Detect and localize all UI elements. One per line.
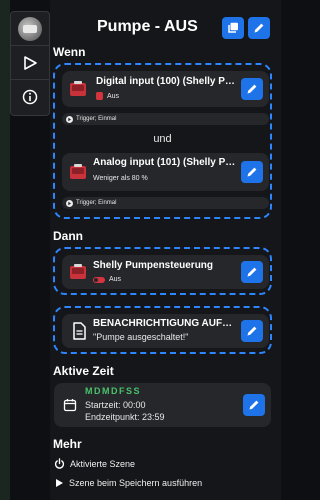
edit-condition-button[interactable] (241, 78, 263, 100)
active-time-card[interactable]: MDMDFSS Startzeit: 00:00 Endzeitpunkt: 2… (54, 383, 271, 427)
condition-joiner: und (153, 133, 172, 145)
trigger-badge[interactable]: Trigger; Einmal (62, 113, 269, 125)
trigger-label: Trigger; Einmal (76, 200, 117, 206)
avatar (18, 16, 42, 41)
condition-card-analog[interactable]: Analog input (101) (Shelly Pum... Wenige… (62, 153, 269, 191)
condition-status: Weniger als 80 % (93, 175, 148, 182)
page-title: Pumpe - AUS (97, 18, 198, 35)
status-label: Weniger als 80 % (93, 175, 148, 182)
copy-icon (228, 22, 238, 33)
sidebar-item-run[interactable] (11, 46, 49, 80)
action-title: Shelly Pumpensteuerung (93, 260, 214, 271)
weekday-selector: MDMDFSS (85, 386, 141, 396)
run-on-save-toggle[interactable]: Szene beim Speichern ausführen (54, 478, 202, 488)
main-panel: Pumpe - AUS Wenn Digital input (100) (Sh… (50, 0, 281, 500)
condition-card-digital[interactable]: Digital input (100) (Shelly Pu... Aus (62, 71, 269, 107)
toggle-off-icon (93, 276, 105, 283)
section-wenn-title: Wenn (53, 45, 86, 59)
play-circle-icon (66, 115, 73, 123)
status-label: Aus (109, 276, 122, 283)
sidebar-item-avatar[interactable] (11, 12, 49, 46)
pencil-icon (249, 400, 259, 410)
calendar-icon (63, 399, 77, 412)
edit-action-button[interactable] (241, 320, 263, 342)
end-time: Endzeitpunkt: 23:59 (85, 412, 165, 422)
conditions-group: Digital input (100) (Shelly Pu... Aus Tr… (53, 63, 272, 219)
pencil-icon (247, 267, 257, 277)
action-group-notification: BENACHRICHTIGUNG AUFS ... "Pumpe ausgesc… (53, 306, 272, 354)
edit-condition-button[interactable] (241, 161, 263, 183)
shelly-device-icon (70, 164, 86, 179)
action-card-device[interactable]: Shelly Pumpensteuerung Aus (62, 255, 269, 289)
action-group-device: Shelly Pumpensteuerung Aus (53, 247, 272, 295)
copy-button[interactable] (222, 17, 244, 39)
edit-active-time-button[interactable] (243, 394, 265, 416)
condition-title: Analog input (101) (Shelly Pum... (93, 157, 236, 168)
action-status: Aus (93, 276, 121, 283)
pencil-icon (247, 326, 257, 336)
pencil-icon (254, 23, 264, 33)
power-icon (54, 458, 65, 469)
start-time: Startzeit: 00:00 (85, 400, 146, 410)
pencil-icon (247, 84, 257, 94)
action-title: BENACHRICHTIGUNG AUFS ... (93, 318, 235, 329)
shelly-device-icon (70, 81, 86, 96)
trigger-label: Trigger; Einmal (76, 116, 117, 122)
background-strip (0, 0, 10, 500)
pencil-icon (247, 167, 257, 177)
info-icon (22, 89, 38, 105)
header: Pumpe - AUS (50, 15, 281, 45)
run-on-save-label: Szene beim Speichern ausführen (69, 478, 203, 488)
play-triangle-icon (24, 55, 37, 70)
play-circle-icon (66, 199, 73, 207)
trigger-badge[interactable]: Trigger; Einmal (62, 197, 269, 209)
edit-title-button[interactable] (248, 17, 270, 39)
status-off-icon (96, 92, 103, 100)
action-card-notification[interactable]: BENACHRICHTIGUNG AUFS ... "Pumpe ausgesc… (62, 314, 269, 348)
section-mehr-title: Mehr (53, 437, 82, 451)
edit-action-button[interactable] (241, 261, 263, 283)
shelly-device-icon (70, 264, 86, 279)
notification-document-icon (73, 322, 86, 340)
notification-message: "Pumpe ausgeschaltet!" (93, 332, 189, 342)
section-aktive-zeit-title: Aktive Zeit (53, 364, 114, 378)
activated-scene-label: Aktivierte Szene (70, 458, 136, 469)
activated-scene-toggle[interactable]: Aktivierte Szene (54, 458, 135, 469)
condition-title: Digital input (100) (Shelly Pu... (96, 76, 236, 87)
status-label: Aus (107, 92, 120, 100)
sidebar-item-info[interactable] (11, 80, 49, 114)
section-dann-title: Dann (53, 229, 83, 243)
sidebar (10, 11, 50, 116)
play-icon (56, 479, 63, 487)
condition-status: Aus (96, 92, 119, 100)
